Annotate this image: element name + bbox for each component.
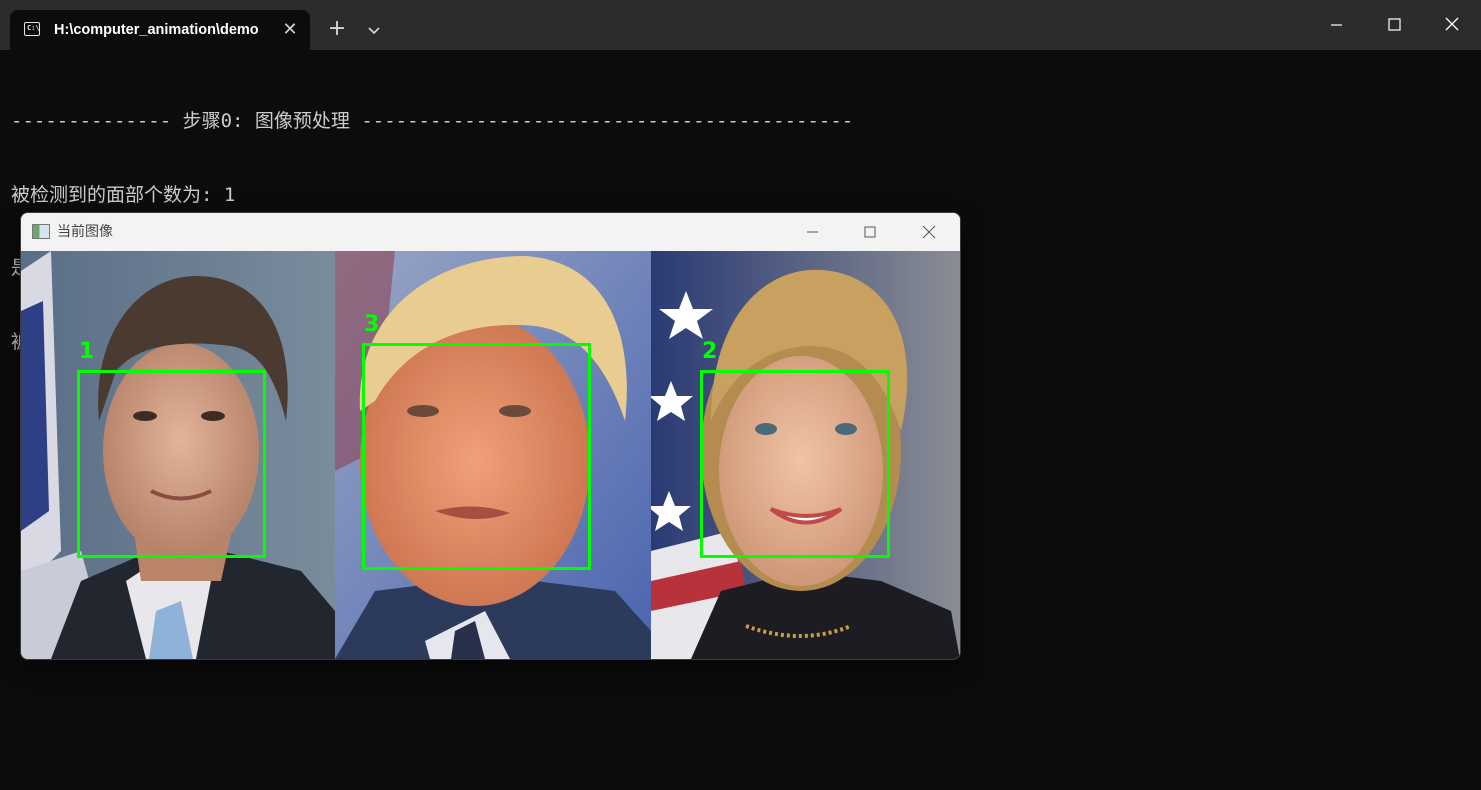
terminal-titlebar: C:\ H:\computer_animation\demo ✕ + bbox=[0, 0, 1481, 50]
minimize-icon[interactable] bbox=[1307, 0, 1365, 50]
maximize-icon[interactable] bbox=[855, 221, 885, 243]
face-label: 2 bbox=[702, 339, 718, 364]
image-icon bbox=[32, 224, 50, 239]
new-tab-button[interactable]: + bbox=[324, 16, 350, 42]
image-window-title: 当前图像 bbox=[57, 224, 113, 240]
terminal-tab[interactable]: C:\ H:\computer_animation\demo ✕ bbox=[10, 10, 310, 50]
tab-title: H:\computer_animation\demo bbox=[54, 22, 259, 38]
close-tab-icon[interactable]: ✕ bbox=[278, 18, 302, 42]
output-line: 被检测到的面部个数为: 1 bbox=[11, 183, 236, 206]
output-line: -------------- 步骤0: 图像预处理 --------------… bbox=[11, 110, 854, 132]
face-label: 3 bbox=[364, 312, 380, 337]
window-close-icon[interactable] bbox=[1423, 0, 1481, 50]
face-bounding-box bbox=[362, 343, 591, 570]
terminal-icon-glyph: C:\ bbox=[27, 24, 40, 32]
close-icon[interactable] bbox=[914, 221, 944, 243]
tab-dropdown-chevron-down-icon[interactable] bbox=[362, 18, 386, 42]
image-canvas[interactable]: 1 3 2 bbox=[21, 251, 960, 659]
terminal-icon: C:\ bbox=[24, 22, 40, 36]
face-bounding-box bbox=[77, 370, 266, 558]
maximize-icon[interactable] bbox=[1365, 0, 1423, 50]
face-label: 1 bbox=[79, 339, 95, 364]
image-window-titlebar[interactable]: 当前图像 bbox=[21, 213, 960, 251]
image-window[interactable]: 当前图像 1 3 2 bbox=[20, 212, 961, 660]
face-bounding-box bbox=[700, 370, 890, 558]
minimize-icon[interactable] bbox=[797, 221, 827, 243]
